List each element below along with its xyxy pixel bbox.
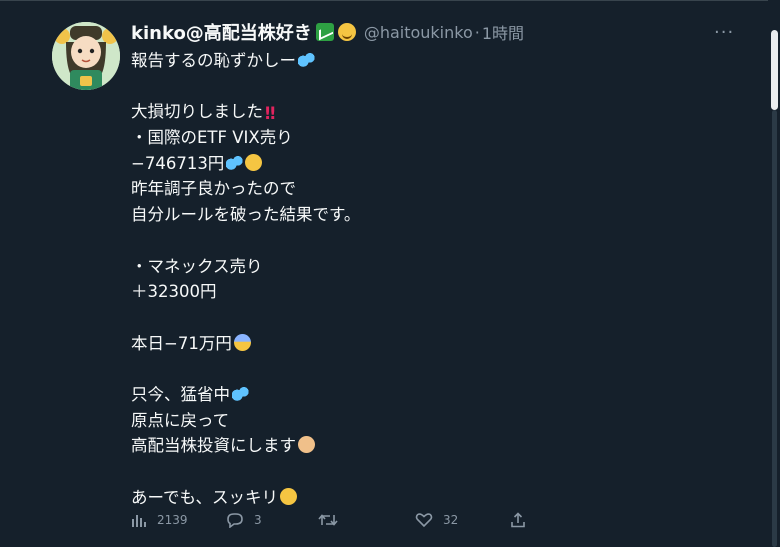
scrollbar-track [772,110,777,547]
tweet-line-text: ・国際のETF VIX売り [131,128,293,148]
smiling-face-icon [337,23,356,41]
bowing-person-icon [298,436,315,454]
tweet-line-text: 本日−71万円 [131,333,232,353]
tweet-line-text: 報告するの恥ずかしー [131,51,296,70]
more-options-icon[interactable]: ··· [714,22,734,43]
tweet-text: 報告するの恥ずかしー 大損切りしました ‼ ・国際のETF VIX売り −746713円… [131,48,691,510]
tweet-line: 昨年調子良かったので [131,176,691,202]
tired-face-icon [245,153,263,171]
reply-button[interactable]: 3 [226,512,262,528]
top-divider [0,0,780,1]
tweet-line-text: あーでも、スッキリ [131,487,279,507]
tweet-line-text: 大損切りしました [131,102,263,122]
tweet-line: ・国際のETF VIX売り [131,125,691,151]
tweet-line-text: ・マネックス売り [131,256,263,276]
tweet-line: 報告するの恥ずかしー [131,48,691,74]
tweet-line: 本日−71万円 [131,331,691,357]
user-handle[interactable]: @haitoukinko [364,23,473,42]
retweet-button[interactable] [318,512,348,528]
tweet-line [131,459,691,485]
tweet-line: ・マネックス売り [131,254,691,280]
tweet-line: 原点に戻って [131,408,691,434]
reply-count: 3 [254,513,262,527]
double-exclamation-icon: ‼ [265,104,276,124]
views-count: 2139 [157,513,188,527]
grinning-sweat-face-icon [280,487,298,505]
tweet-line [131,228,691,254]
retweet-icon [318,514,338,526]
tweet-line-text: 原点に戻って [131,410,230,430]
like-button[interactable]: 32 [415,512,458,528]
views-icon [132,515,146,527]
tweet-line: 只今、猛省中 [131,382,691,408]
tweet-line: 高配当株投資にします [131,433,691,459]
tweet-line-text: 只今、猛省中 [131,384,230,404]
sweat-drops-icon [298,51,315,68]
heart-icon [415,513,433,528]
tweet-line: ＋32300円 [131,279,691,305]
screaming-face-icon [233,333,251,351]
action-bar: 2139 3 32 [131,512,531,534]
tweet-line [131,356,691,382]
avatar[interactable] [52,22,120,90]
timestamp[interactable]: 1時間 [482,20,524,44]
tweet-line [131,74,691,100]
avatar-illustration [52,22,120,90]
tweet-line-text: ＋32300円 [131,282,217,302]
separator: · [474,22,480,42]
tweet-header: kinko@高配当株好き @haitoukinko · 1時間 [131,19,524,45]
tweet-line: 自分ルールを破った結果です。 [131,202,691,228]
sweat-drops-icon [226,153,244,171]
scrollbar-thumb[interactable] [771,30,778,110]
like-count: 32 [443,513,459,527]
scrollbar[interactable] [768,0,780,547]
reply-icon [227,513,243,528]
share-icon [511,512,525,528]
views-button[interactable]: 2139 [131,512,188,528]
tweet-line-text: −746713円 [131,153,225,173]
tweet-line-text: 昨年調子良かったので [131,179,296,199]
chart-increasing-icon [315,23,334,41]
sweat-drops-icon [232,384,249,402]
display-name[interactable]: kinko@高配当株好き [131,19,312,45]
tweet-line-text: 自分ルールを破った結果です。 [131,205,361,225]
tweet-line: 大損切りしました ‼ [131,99,691,125]
tweet-line: −746713円 [131,151,691,177]
tweet-line: あーでも、スッキリ [131,485,691,511]
tweet-line [131,305,691,331]
share-button[interactable] [510,512,526,528]
tweet-line-text: 高配当株投資にします [131,436,296,456]
